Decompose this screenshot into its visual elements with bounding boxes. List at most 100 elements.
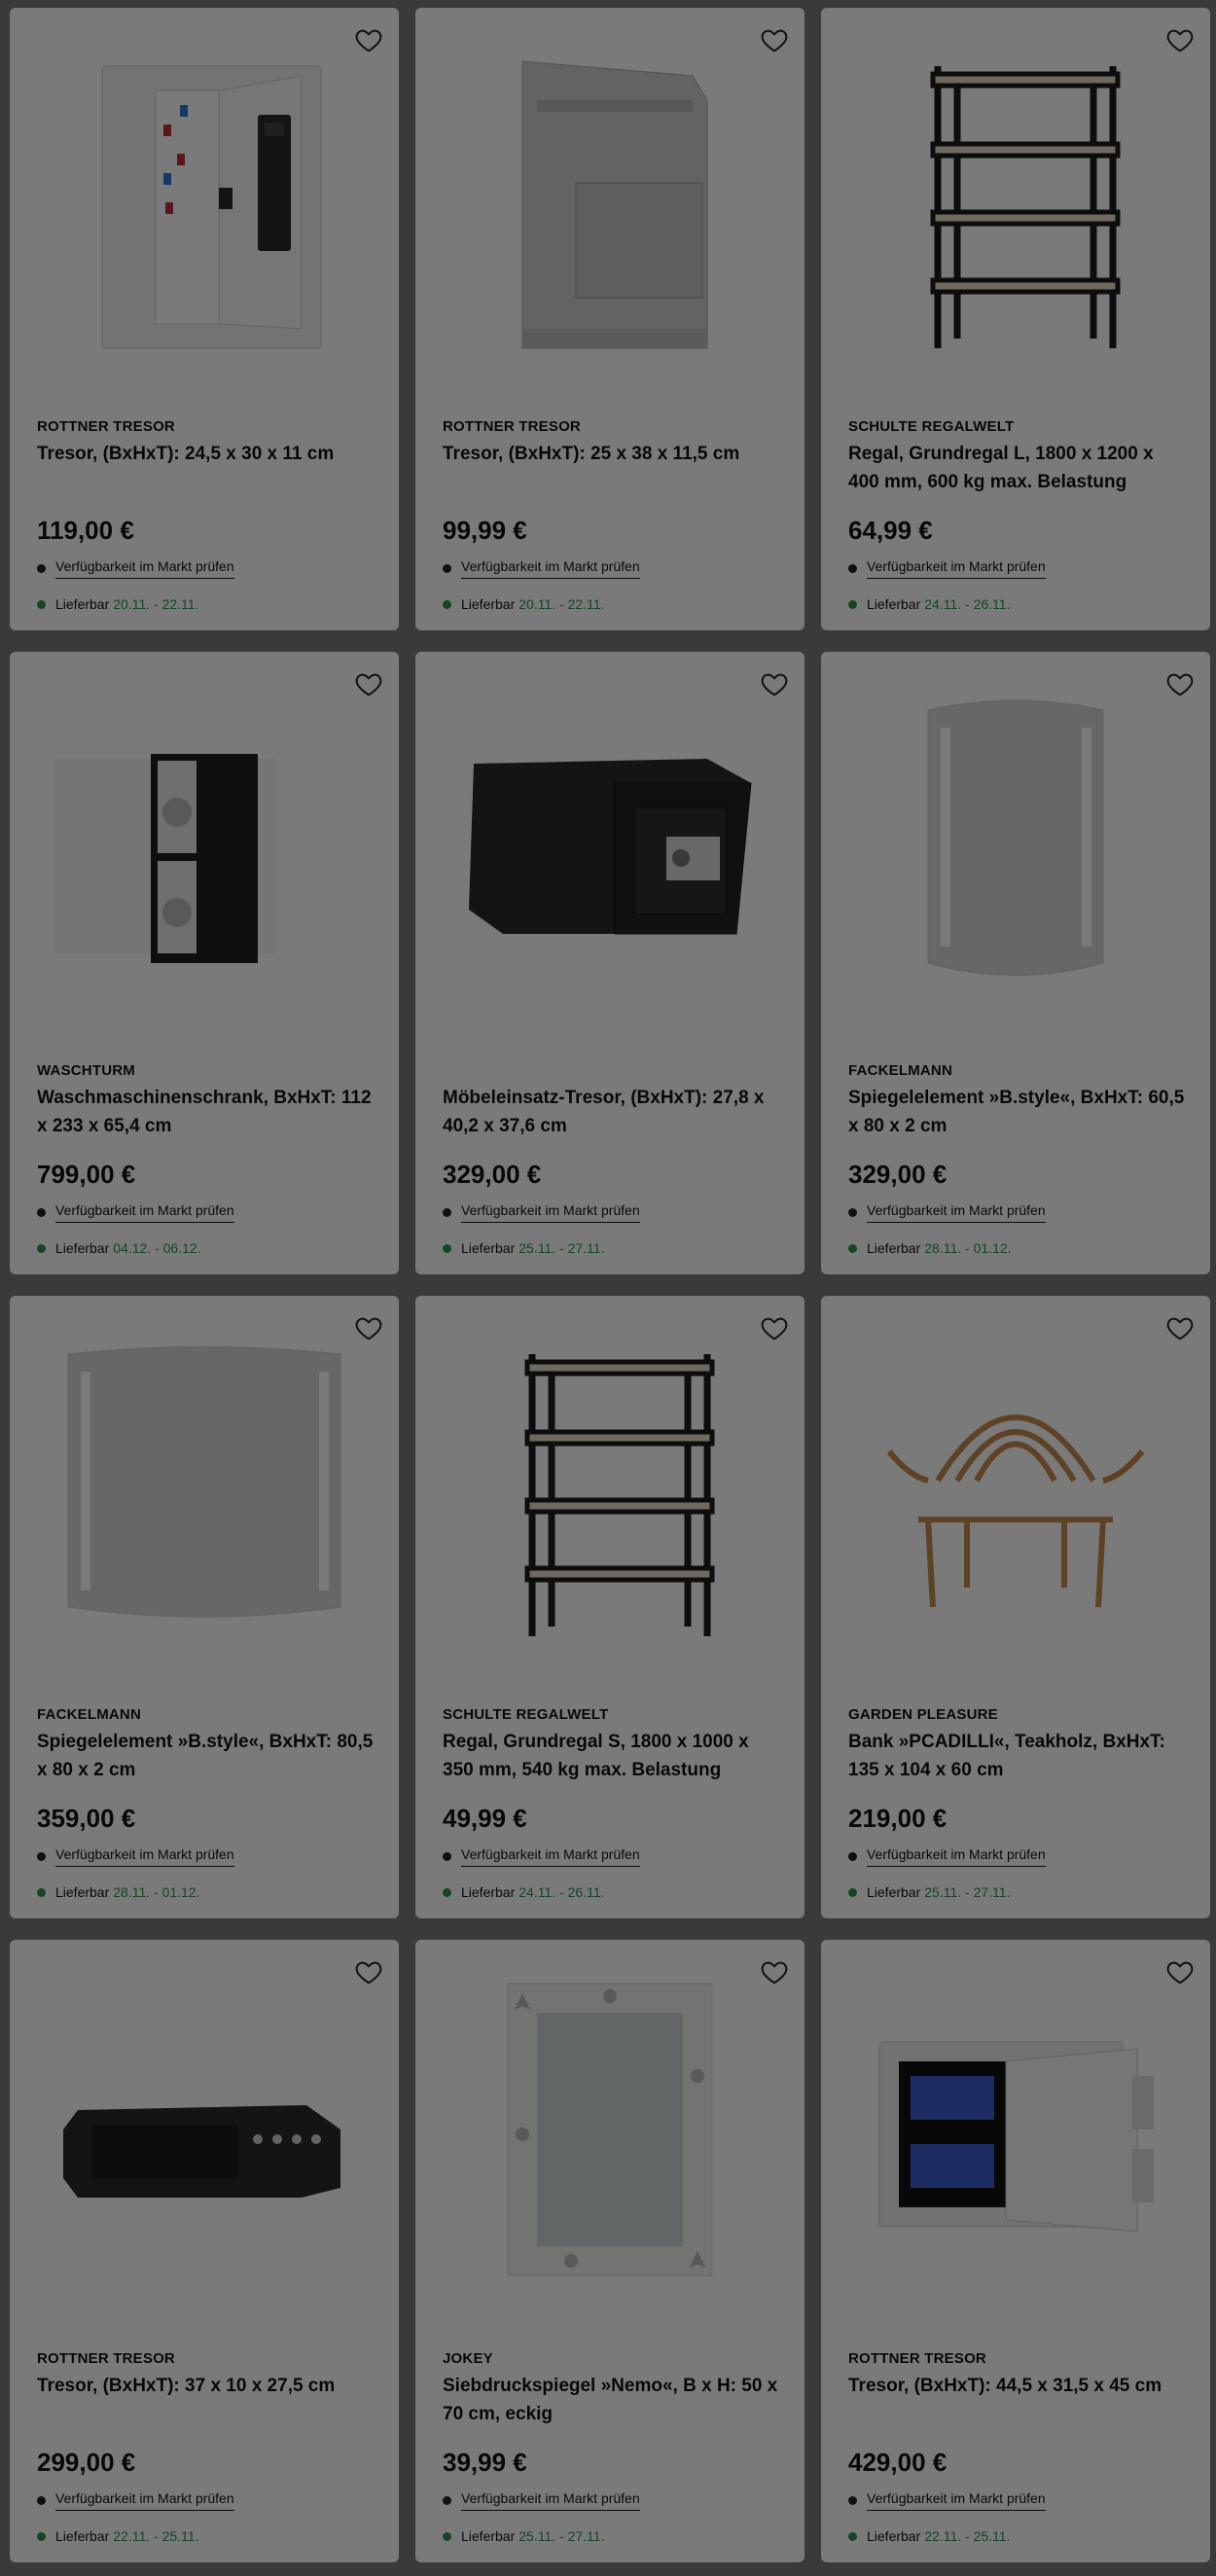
heart-icon[interactable] (354, 25, 383, 54)
availability-link[interactable]: Verfügbarkeit im Markt prüfen (867, 558, 1046, 579)
delivery-dates: 28.11. - 01.12. (924, 1240, 1012, 1256)
delivery-dates: 28.11. - 01.12. (113, 1884, 200, 1900)
product-title[interactable]: Regal, Grundregal L, 1800 x 1200 x 400 m… (848, 440, 1189, 496)
shelf-image[interactable] (821, 8, 1210, 397)
availability-check[interactable]: Verfügbarkeit im Markt prüfen (848, 1202, 1046, 1223)
shelf-image[interactable] (415, 1296, 805, 1685)
availability-link[interactable]: Verfügbarkeit im Markt prüfen (461, 1846, 640, 1867)
heart-icon[interactable] (1165, 669, 1195, 698)
product-price: 299,00 € (37, 2448, 136, 2477)
availability-check[interactable]: Verfügbarkeit im Markt prüfen (443, 2490, 640, 2511)
availability-check[interactable]: Verfügbarkeit im Markt prüfen (37, 1202, 234, 1223)
heart-icon[interactable] (354, 1313, 383, 1342)
teak-bench-image[interactable] (821, 1296, 1210, 1685)
delivery-dates: 24.11. - 26.11. (519, 1884, 605, 1900)
product-card[interactable]: ROTTNER TRESOR Tresor, (BxHxT): 24,5 x 3… (10, 8, 399, 630)
product-card[interactable]: SCHULTE REGALWELT Regal, Grundregal S, 1… (415, 1296, 805, 1918)
product-title[interactable]: Spiegelelement »B.style«, BxHxT: 60,5 x … (848, 1084, 1189, 1140)
availability-check[interactable]: Verfügbarkeit im Markt prüfen (848, 558, 1046, 579)
product-card[interactable]: ROTTNER TRESOR Tresor, (BxHxT): 37 x 10 … (10, 1940, 399, 2562)
availability-link[interactable]: Verfügbarkeit im Markt prüfen (867, 2490, 1046, 2511)
product-price: 429,00 € (848, 2448, 948, 2477)
availability-check[interactable]: Verfügbarkeit im Markt prüfen (37, 2490, 234, 2511)
availability-link[interactable]: Verfügbarkeit im Markt prüfen (461, 558, 640, 579)
availability-link[interactable]: Verfügbarkeit im Markt prüfen (55, 558, 234, 579)
product-title[interactable]: Spiegelelement »B.style«, BxHxT: 80,5 x … (37, 1728, 377, 1784)
delivery-info: Lieferbar 04.12. - 06.12. (37, 1240, 201, 1256)
product-title[interactable]: Tresor, (BxHxT): 44,5 x 31,5 x 45 cm (848, 2372, 1189, 2400)
heart-icon[interactable] (354, 1957, 383, 1986)
product-title[interactable]: Regal, Grundregal S, 1800 x 1000 x 350 m… (443, 1728, 783, 1784)
product-title[interactable]: Siebdruckspiegel »Nemo«, B x H: 50 x 70 … (443, 2372, 783, 2428)
availability-check[interactable]: Verfügbarkeit im Markt prüfen (848, 2490, 1046, 2511)
availability-link[interactable]: Verfügbarkeit im Markt prüfen (461, 1202, 640, 1223)
product-title[interactable]: Bank »PCADILLI«, Teakholz, BxHxT: 135 x … (848, 1728, 1189, 1784)
product-title[interactable]: Tresor, (BxHxT): 24,5 x 30 x 11 cm (37, 440, 377, 468)
key-safe-image[interactable] (10, 8, 399, 397)
product-card[interactable]: FACKELMANN Spiegelelement »B.style«, BxH… (10, 1296, 399, 1918)
product-title[interactable]: Möbeleinsatz-Tresor, (BxHxT): 27,8 x 40,… (443, 1084, 783, 1140)
mirror-tall-image[interactable] (821, 652, 1210, 1041)
delivery-label: Lieferbar (867, 1884, 921, 1900)
product-card[interactable]: ROTTNER TRESOR Tresor, (BxHxT): 44,5 x 3… (821, 1940, 1210, 2562)
washer-cabinet-image[interactable] (10, 652, 399, 1041)
delivery-dot-icon (443, 2531, 451, 2541)
heart-icon[interactable] (1165, 25, 1195, 54)
delivery-label: Lieferbar (461, 1240, 516, 1256)
delivery-label: Lieferbar (461, 2528, 516, 2544)
product-card[interactable]: JOKEY Siebdruckspiegel »Nemo«, B x H: 50… (415, 1940, 805, 2562)
availability-link[interactable]: Verfügbarkeit im Markt prüfen (867, 1202, 1046, 1223)
availability-dot-icon (848, 1208, 857, 1217)
product-brand: ROTTNER TRESOR (848, 2350, 986, 2367)
availability-check[interactable]: Verfügbarkeit im Markt prüfen (848, 1846, 1046, 1867)
product-brand: GARDEN PLEASURE (848, 1706, 998, 1723)
heart-icon[interactable] (760, 1957, 789, 1986)
mirror-wide-image[interactable] (10, 1296, 399, 1685)
availability-check[interactable]: Verfügbarkeit im Markt prüfen (443, 1202, 640, 1223)
product-brand: JOKEY (443, 2350, 493, 2367)
availability-link[interactable]: Verfügbarkeit im Markt prüfen (55, 1202, 234, 1223)
seashell-mirror-image[interactable] (415, 1940, 805, 2329)
product-card[interactable]: WASCHTURM Waschmaschinenschrank, BxHxT: … (10, 652, 399, 1274)
heart-icon[interactable] (760, 1313, 789, 1342)
availability-check[interactable]: Verfügbarkeit im Markt prüfen (37, 1846, 234, 1867)
availability-link[interactable]: Verfügbarkeit im Markt prüfen (461, 2490, 640, 2511)
availability-link[interactable]: Verfügbarkeit im Markt prüfen (55, 2490, 234, 2511)
delivery-info: Lieferbar 22.11. - 25.11. (37, 2528, 198, 2544)
delivery-dates: 20.11. - 22.11. (113, 596, 199, 612)
availability-dot-icon (37, 1208, 46, 1217)
open-safe-image[interactable] (821, 1940, 1210, 2329)
availability-check[interactable]: Verfügbarkeit im Markt prüfen (443, 558, 640, 579)
product-title[interactable]: Tresor, (BxHxT): 37 x 10 x 27,5 cm (37, 2372, 377, 2400)
product-brand: SCHULTE REGALWELT (443, 1706, 609, 1723)
delivery-label: Lieferbar (867, 1240, 921, 1256)
delivery-info: Lieferbar 25.11. - 27.11. (848, 1884, 1010, 1900)
heart-icon[interactable] (760, 25, 789, 54)
flat-safe-image[interactable] (10, 1940, 399, 2329)
availability-dot-icon (848, 1852, 857, 1861)
product-card[interactable]: ROTTNER TRESOR Tresor, (BxHxT): 25 x 38 … (415, 8, 805, 630)
product-title[interactable]: Waschmaschinenschrank, BxHxT: 112 x 233 … (37, 1084, 377, 1140)
availability-link[interactable]: Verfügbarkeit im Markt prüfen (55, 1846, 234, 1867)
deposit-safe-image[interactable] (415, 8, 805, 397)
heart-icon[interactable] (1165, 1957, 1195, 1986)
product-brand: FACKELMANN (848, 1062, 952, 1079)
availability-check[interactable]: Verfügbarkeit im Markt prüfen (443, 1846, 640, 1867)
product-brand: ROTTNER TRESOR (37, 2350, 175, 2367)
product-price: 799,00 € (37, 1160, 136, 1189)
product-card[interactable]: Möbeleinsatz-Tresor, (BxHxT): 27,8 x 40,… (415, 652, 805, 1274)
product-brand: ROTTNER TRESOR (443, 418, 581, 435)
delivery-info: Lieferbar 24.11. - 26.11. (443, 1884, 604, 1900)
heart-icon[interactable] (760, 669, 789, 698)
furniture-safe-image[interactable] (415, 652, 805, 1041)
product-brand: FACKELMANN (37, 1706, 141, 1723)
product-card[interactable]: SCHULTE REGALWELT Regal, Grundregal L, 1… (821, 8, 1210, 630)
product-price: 64,99 € (848, 516, 933, 545)
availability-link[interactable]: Verfügbarkeit im Markt prüfen (867, 1846, 1046, 1867)
heart-icon[interactable] (1165, 1313, 1195, 1342)
product-card[interactable]: FACKELMANN Spiegelelement »B.style«, BxH… (821, 652, 1210, 1274)
heart-icon[interactable] (354, 669, 383, 698)
availability-check[interactable]: Verfügbarkeit im Markt prüfen (37, 558, 234, 579)
product-card[interactable]: GARDEN PLEASURE Bank »PCADILLI«, Teakhol… (821, 1296, 1210, 1918)
product-title[interactable]: Tresor, (BxHxT): 25 x 38 x 11,5 cm (443, 440, 783, 468)
